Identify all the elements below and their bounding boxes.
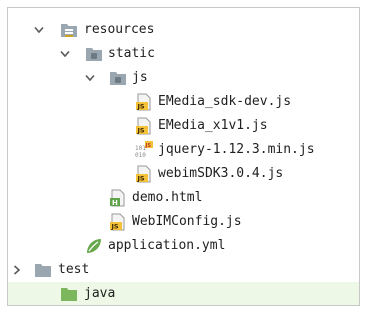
minified-js-file-icon: 101 010 JS [135, 141, 153, 159]
tree-row-file[interactable]: application.yml [8, 234, 359, 258]
svg-text:JS: JS [145, 143, 152, 149]
resources-label: resources [84, 22, 155, 37]
html-file-icon: H [109, 189, 127, 207]
file-label: application.yml [108, 238, 226, 253]
tree-row-file[interactable]: 101 010 JS jquery-1.12.3.min.js [8, 138, 359, 162]
test-label: test [58, 262, 90, 277]
svg-text:JS: JS [137, 175, 145, 183]
spring-leaf-icon [85, 237, 103, 255]
svg-text:H: H [112, 199, 118, 207]
svg-text:JS: JS [137, 127, 145, 135]
static-label: static [108, 46, 155, 61]
project-tree-panel: resources static js JS EMedia_sdk-dev.js… [7, 7, 360, 306]
js-file-icon: JS [135, 93, 153, 111]
folder-icon [109, 69, 127, 87]
js-folder-label: js [132, 70, 148, 85]
file-label: EMedia_sdk-dev.js [158, 94, 292, 109]
tree-row-file[interactable]: H demo.html [8, 186, 359, 210]
file-label: WebIMConfig.js [132, 214, 242, 229]
chevron-right-icon[interactable] [12, 265, 22, 275]
file-label: webimSDK3.0.4.js [158, 166, 284, 181]
resources-folder-icon [60, 21, 78, 39]
tree-row-file[interactable]: JS EMedia_sdk-dev.js [8, 90, 359, 114]
svg-text:JS: JS [137, 103, 145, 111]
chevron-down-icon[interactable] [34, 25, 44, 35]
tree-row-file[interactable]: JS WebIMConfig.js [8, 210, 359, 234]
folder-icon [85, 45, 103, 63]
chevron-down-icon[interactable] [85, 73, 95, 83]
js-file-icon: JS [135, 117, 153, 135]
tree-row-resources[interactable]: resources [8, 18, 359, 42]
tree-row-file[interactable]: JS webimSDK3.0.4.js [8, 162, 359, 186]
java-label: java [84, 286, 116, 301]
file-label: jquery-1.12.3.min.js [158, 142, 315, 157]
svg-text:010: 010 [135, 152, 146, 159]
svg-text:JS: JS [111, 223, 119, 231]
file-label: demo.html [132, 190, 203, 205]
file-label: EMedia_x1v1.js [158, 118, 268, 133]
folder-icon [34, 261, 52, 279]
test-source-folder-icon [60, 285, 78, 303]
tree-row-file[interactable]: JS EMedia_x1v1.js [8, 114, 359, 138]
tree-row-java[interactable]: java [8, 282, 359, 305]
tree-row-js-folder[interactable]: js [8, 66, 359, 90]
tree-row-test[interactable]: test [8, 258, 359, 282]
js-file-icon: JS [109, 213, 127, 231]
js-file-icon: JS [135, 165, 153, 183]
chevron-down-icon[interactable] [60, 49, 70, 59]
tree-row-static[interactable]: static [8, 42, 359, 66]
